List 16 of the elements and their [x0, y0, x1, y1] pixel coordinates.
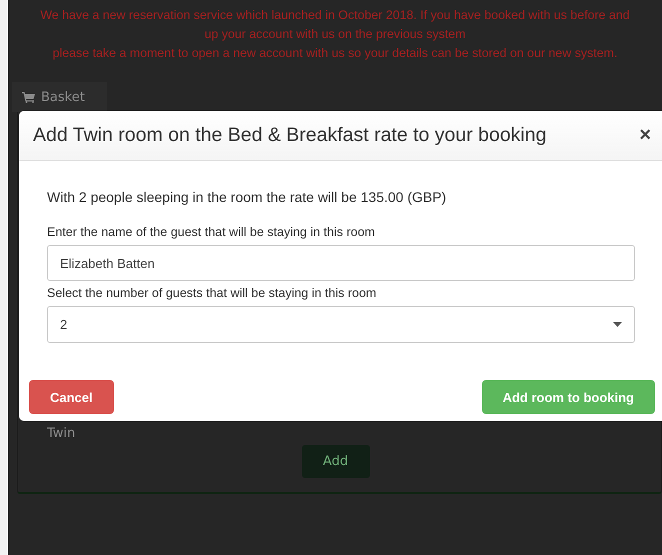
basket-tab[interactable]: Basket [12, 82, 107, 112]
cart-icon [22, 92, 35, 102]
cancel-button[interactable]: Cancel [29, 380, 114, 414]
field-label: Select the number of guests that will be staying in this room [47, 286, 378, 300]
field-label: Enter the name of the guest that will be staying in this room [47, 225, 376, 239]
close-button[interactable]: × [637, 124, 653, 147]
rate-text: With 2 people sleeping in the room the rate will be 135.00 (GBP) [47, 189, 448, 205]
room-name: Twin [47, 426, 76, 441]
caret-icon [613, 322, 622, 327]
dialog-title: Add Twin room on the Bed & Breakfast rate to your booking [33, 124, 548, 147]
add-button[interactable]: Add [302, 445, 370, 478]
notice-text: We have a new reservation service which launched in October 2018. If you have booked with us before and [40, 7, 630, 24]
notice-text: please take a moment to open a new account with us so your details can be stored on our new system. [52, 45, 618, 62]
notice-text: up your account with us on the previous system [204, 26, 466, 43]
guest-count-select[interactable]: 2 [47, 306, 635, 343]
guest-name-field[interactable]: Elizabeth Batten [47, 245, 635, 281]
